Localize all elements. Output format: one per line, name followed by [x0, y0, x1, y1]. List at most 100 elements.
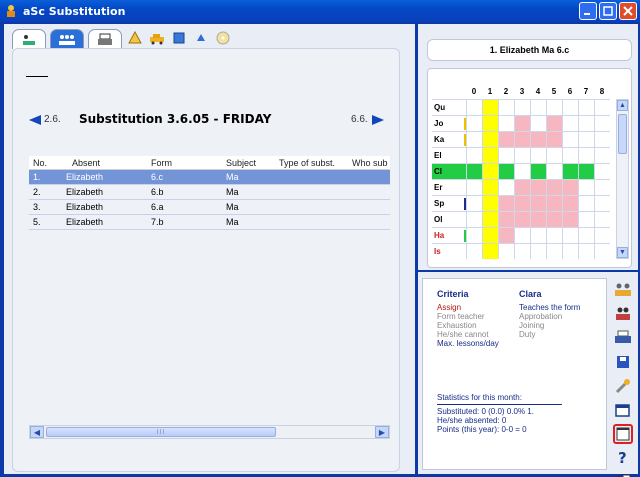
- timetable-cell[interactable]: [530, 148, 546, 163]
- maximize-button[interactable]: [599, 2, 617, 20]
- timetable-cell[interactable]: [578, 228, 594, 243]
- timetable-cell[interactable]: [546, 116, 562, 131]
- prev-day-link[interactable]: 2.6.: [44, 114, 61, 125]
- timetable-cell[interactable]: [466, 180, 482, 195]
- timetable-cell[interactable]: [546, 100, 562, 115]
- timetable-cell[interactable]: [594, 164, 610, 179]
- toolbar-teacher-button[interactable]: [12, 29, 46, 49]
- side-blank-window-button[interactable]: [613, 424, 633, 444]
- timetable-cell[interactable]: [466, 116, 482, 131]
- timetable-cell[interactable]: [482, 196, 498, 211]
- timetable-cell[interactable]: [466, 212, 482, 227]
- timetable-cell[interactable]: [594, 116, 610, 131]
- teacher-row[interactable]: Is: [432, 243, 610, 259]
- minimize-button[interactable]: [579, 2, 597, 20]
- timetable-cell[interactable]: [514, 244, 530, 259]
- timetable-cell[interactable]: [578, 196, 594, 211]
- scroll-down-button[interactable]: ▼: [617, 247, 628, 258]
- side-help-button[interactable]: ?: [613, 448, 633, 468]
- timetable-cell[interactable]: [546, 212, 562, 227]
- timetable-cell[interactable]: [482, 244, 498, 259]
- timetable-cell[interactable]: [546, 244, 562, 259]
- timetable-cell[interactable]: [578, 244, 594, 259]
- timetable-cell[interactable]: [562, 196, 578, 211]
- teacher-row[interactable]: Er: [432, 179, 610, 195]
- side-tools-button[interactable]: [613, 376, 633, 396]
- timetable-cell[interactable]: [466, 164, 482, 179]
- timetable-cell[interactable]: [594, 180, 610, 195]
- timetable-cell[interactable]: [546, 164, 562, 179]
- next-day-link[interactable]: 6.6.: [351, 114, 368, 125]
- teacher-row[interactable]: Ka: [432, 131, 610, 147]
- table-row[interactable]: 3. Elizabeth 6.a Ma: [29, 200, 390, 215]
- timetable-cell[interactable]: [466, 100, 482, 115]
- toolbar-group-button[interactable]: [50, 29, 84, 49]
- timetable-cell[interactable]: [530, 212, 546, 227]
- timetable-cell[interactable]: [562, 100, 578, 115]
- timetable-cell[interactable]: [594, 228, 610, 243]
- side-exit-button[interactable]: [613, 472, 633, 477]
- timetable-cell[interactable]: [594, 148, 610, 163]
- timetable-cell[interactable]: [562, 212, 578, 227]
- timetable-cell[interactable]: [546, 132, 562, 147]
- timetable-cell[interactable]: [514, 164, 530, 179]
- timetable-cell[interactable]: [514, 180, 530, 195]
- side-printer-button[interactable]: [613, 328, 633, 348]
- column-header[interactable]: Absent: [64, 158, 149, 168]
- timetable-cell[interactable]: [498, 244, 514, 259]
- timetable-cell[interactable]: [530, 164, 546, 179]
- timetable-cell[interactable]: [562, 228, 578, 243]
- timetable-cell[interactable]: [498, 100, 514, 115]
- timetable-cell[interactable]: [514, 148, 530, 163]
- timetable-cell[interactable]: [466, 196, 482, 211]
- column-header[interactable]: No.: [29, 158, 64, 168]
- timetable-cell[interactable]: [546, 148, 562, 163]
- timetable-cell[interactable]: [514, 228, 530, 243]
- timetable-cell[interactable]: [482, 180, 498, 195]
- timetable-cell[interactable]: [498, 212, 514, 227]
- prev-day-icon[interactable]: [29, 115, 41, 125]
- timetable-cell[interactable]: [498, 196, 514, 211]
- teacher-row[interactable]: Ha: [432, 227, 610, 243]
- timetable-cell[interactable]: [594, 212, 610, 227]
- timetable-cell[interactable]: [578, 212, 594, 227]
- timetable-cell[interactable]: [578, 100, 594, 115]
- timetable-cell[interactable]: [562, 132, 578, 147]
- scroll-right-button[interactable]: ▶: [375, 426, 389, 438]
- timetable-cell[interactable]: [498, 180, 514, 195]
- timetable-cell[interactable]: [482, 100, 498, 115]
- timetable-cell[interactable]: [482, 116, 498, 131]
- timetable-cell[interactable]: [498, 164, 514, 179]
- table-row[interactable]: 2. Elizabeth 6.b Ma: [29, 185, 390, 200]
- next-day-icon[interactable]: [372, 115, 384, 125]
- timetable-cell[interactable]: [546, 196, 562, 211]
- teacher-row[interactable]: Qu: [432, 99, 610, 115]
- table-row[interactable]: 1. Elizabeth 6.c Ma: [29, 170, 390, 185]
- timetable-cell[interactable]: [594, 244, 610, 259]
- teacher-row[interactable]: Sp: [432, 195, 610, 211]
- timetable-cell[interactable]: [530, 100, 546, 115]
- side-window-button[interactable]: [613, 400, 633, 420]
- toolbar-print-button[interactable]: [88, 29, 122, 49]
- timetable-cell[interactable]: [546, 180, 562, 195]
- timetable-cell[interactable]: [594, 132, 610, 147]
- timetable-cell[interactable]: [482, 164, 498, 179]
- teacher-row[interactable]: Cl: [432, 163, 610, 179]
- timetable-cell[interactable]: [578, 164, 594, 179]
- toolbar-alert-button[interactable]: [126, 29, 144, 47]
- timetable-cell[interactable]: [530, 228, 546, 243]
- timetable-cell[interactable]: [530, 196, 546, 211]
- teacher-row[interactable]: El: [432, 147, 610, 163]
- horizontal-scrollbar[interactable]: ◀ III ▶: [29, 425, 390, 439]
- timetable-cell[interactable]: [562, 164, 578, 179]
- side-teachers-button[interactable]: [613, 304, 633, 324]
- timetable-cell[interactable]: [466, 132, 482, 147]
- timetable-cell[interactable]: [594, 100, 610, 115]
- side-group-button[interactable]: [613, 280, 633, 300]
- scroll-left-button[interactable]: ◀: [30, 426, 44, 438]
- timetable-cell[interactable]: [482, 212, 498, 227]
- side-save-button[interactable]: [613, 352, 633, 372]
- timetable-cell[interactable]: [514, 212, 530, 227]
- scroll-thumb[interactable]: [618, 114, 627, 154]
- scroll-thumb[interactable]: III: [46, 427, 276, 437]
